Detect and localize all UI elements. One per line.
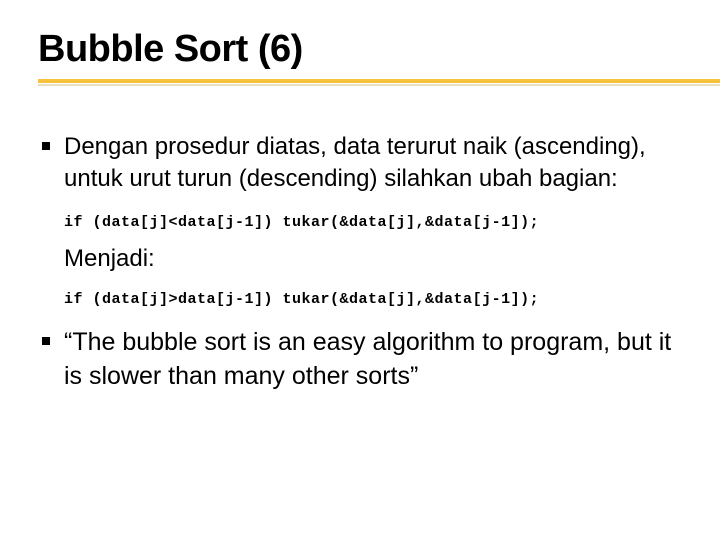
bullet-icon	[42, 337, 50, 345]
menjadi-label: Menjadi:	[64, 245, 682, 273]
bullet-item-2: “The bubble sort is an easy algorithm to…	[42, 326, 682, 394]
bullet-icon	[42, 142, 50, 150]
slide-content: Dengan prosedur diatas, data terurut nai…	[38, 131, 682, 393]
slide-container: Bubble Sort (6) Dengan prosedur diatas, …	[0, 0, 720, 393]
slide-title: Bubble Sort (6)	[38, 28, 682, 71]
code-line-1: if (data[j]<data[j-1]) tukar(&data[j],&d…	[64, 214, 682, 231]
code-line-2: if (data[j]>data[j-1]) tukar(&data[j],&d…	[64, 291, 682, 308]
title-underline	[38, 77, 682, 97]
bullet-item-1: Dengan prosedur diatas, data terurut nai…	[42, 131, 682, 196]
bullet-text-1: Dengan prosedur diatas, data terurut nai…	[64, 131, 682, 196]
bullet-text-2: “The bubble sort is an easy algorithm to…	[64, 326, 682, 394]
